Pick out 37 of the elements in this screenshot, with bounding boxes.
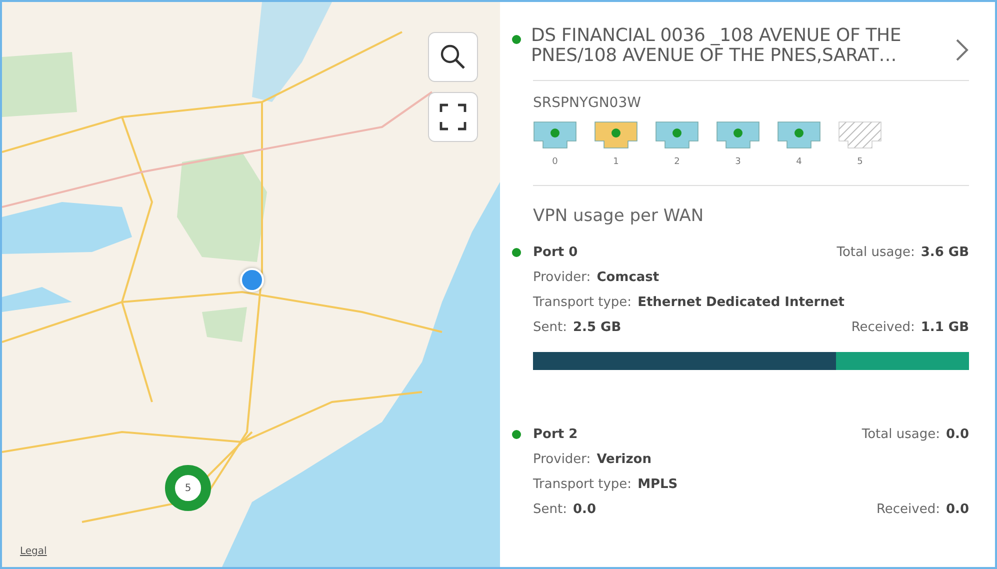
fullscreen-button[interactable] bbox=[428, 92, 478, 142]
received-label: Received: bbox=[851, 320, 915, 335]
port-name: Port 2 bbox=[533, 427, 578, 442]
port-number: 2 bbox=[674, 157, 680, 167]
device-name: SRSPNYGN03W bbox=[533, 95, 642, 111]
provider-value: Comcast bbox=[596, 270, 660, 285]
port-number: 5 bbox=[857, 157, 863, 167]
search-button[interactable] bbox=[428, 32, 478, 82]
total-label: Total usage: bbox=[862, 427, 940, 442]
fullscreen-icon bbox=[439, 103, 467, 131]
port-number: 3 bbox=[735, 157, 741, 167]
port-number: 1 bbox=[613, 157, 619, 167]
total-value: 0.0 bbox=[946, 427, 969, 442]
total-value: 3.6 GB bbox=[920, 245, 969, 260]
received-label: Received: bbox=[876, 502, 940, 517]
search-icon bbox=[439, 43, 467, 71]
port-name: Port 0 bbox=[533, 245, 578, 260]
transport-label: Transport type: bbox=[533, 295, 632, 310]
received-value: 1.1 GB bbox=[920, 320, 969, 335]
port-number: 4 bbox=[796, 157, 802, 167]
sent-value: 0.0 bbox=[572, 502, 596, 517]
port-number: 0 bbox=[552, 157, 558, 167]
transport-value: MPLS bbox=[638, 477, 678, 492]
section-title: VPN usage per WAN bbox=[533, 206, 705, 226]
site-title: DS FINANCIAL 0036 _108 AVENUE OF THE PNES/108 AVENUE OF THE PNES,SARAT… bbox=[531, 26, 902, 66]
sent-value: 2.5 GB bbox=[572, 320, 622, 335]
total-label: Total usage: bbox=[836, 245, 915, 260]
chevron-right-icon[interactable] bbox=[955, 38, 969, 62]
provider-value: Verizon bbox=[596, 452, 652, 467]
provider-label: Provider: bbox=[533, 452, 591, 467]
transport-value: Ethernet Dedicated Internet bbox=[638, 295, 844, 310]
transport-label: Transport type: bbox=[533, 477, 632, 492]
legal-link[interactable]: Legal bbox=[20, 546, 47, 557]
sent-label: Sent: bbox=[533, 320, 567, 335]
provider-label: Provider: bbox=[533, 270, 591, 285]
received-value: 0.0 bbox=[946, 502, 969, 517]
sent-label: Sent: bbox=[533, 502, 567, 517]
